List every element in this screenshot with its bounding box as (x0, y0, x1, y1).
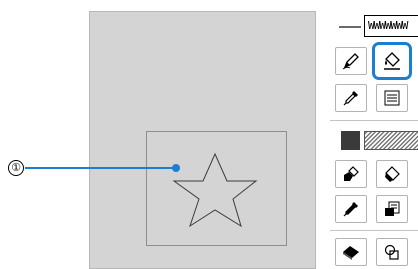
eyedropper-icon (343, 91, 358, 106)
eraser-fill-icon (384, 52, 400, 70)
stitch-type-selector[interactable]: WWWWWWW (364, 15, 418, 37)
star-shape[interactable] (147, 132, 288, 247)
pen-icon (342, 53, 359, 70)
callout-number: ① (8, 160, 24, 176)
shape-frame (146, 131, 287, 246)
eraser-icon (343, 246, 359, 260)
panel-divider (330, 120, 418, 121)
callout-dot (172, 164, 180, 172)
eyedropper-icon (343, 202, 358, 217)
fill-color-swatch[interactable] (341, 131, 360, 150)
eraser-button[interactable] (335, 238, 367, 266)
layers-icon (385, 201, 400, 216)
fill-pattern-swatch[interactable] (364, 131, 418, 150)
select-button[interactable] (376, 238, 408, 266)
paint-brush-icon (344, 166, 359, 181)
drawing-canvas[interactable] (89, 11, 316, 269)
region-property-button[interactable] (376, 195, 408, 223)
panel-divider (330, 230, 418, 231)
pen-tool-button[interactable] (335, 47, 367, 75)
line-property-button[interactable] (376, 84, 408, 112)
fill-brush-button[interactable] (335, 160, 367, 188)
paint-bucket-icon (385, 166, 400, 182)
line-stitch-indicator (339, 26, 361, 28)
region-eyedropper-button[interactable] (335, 195, 367, 223)
callout-line (25, 167, 176, 169)
line-eraser-button[interactable] (372, 42, 412, 80)
fill-bucket-button[interactable] (376, 160, 408, 188)
line-eyedropper-button[interactable] (335, 84, 367, 112)
select-icon (384, 244, 399, 260)
lines-icon (384, 90, 400, 106)
